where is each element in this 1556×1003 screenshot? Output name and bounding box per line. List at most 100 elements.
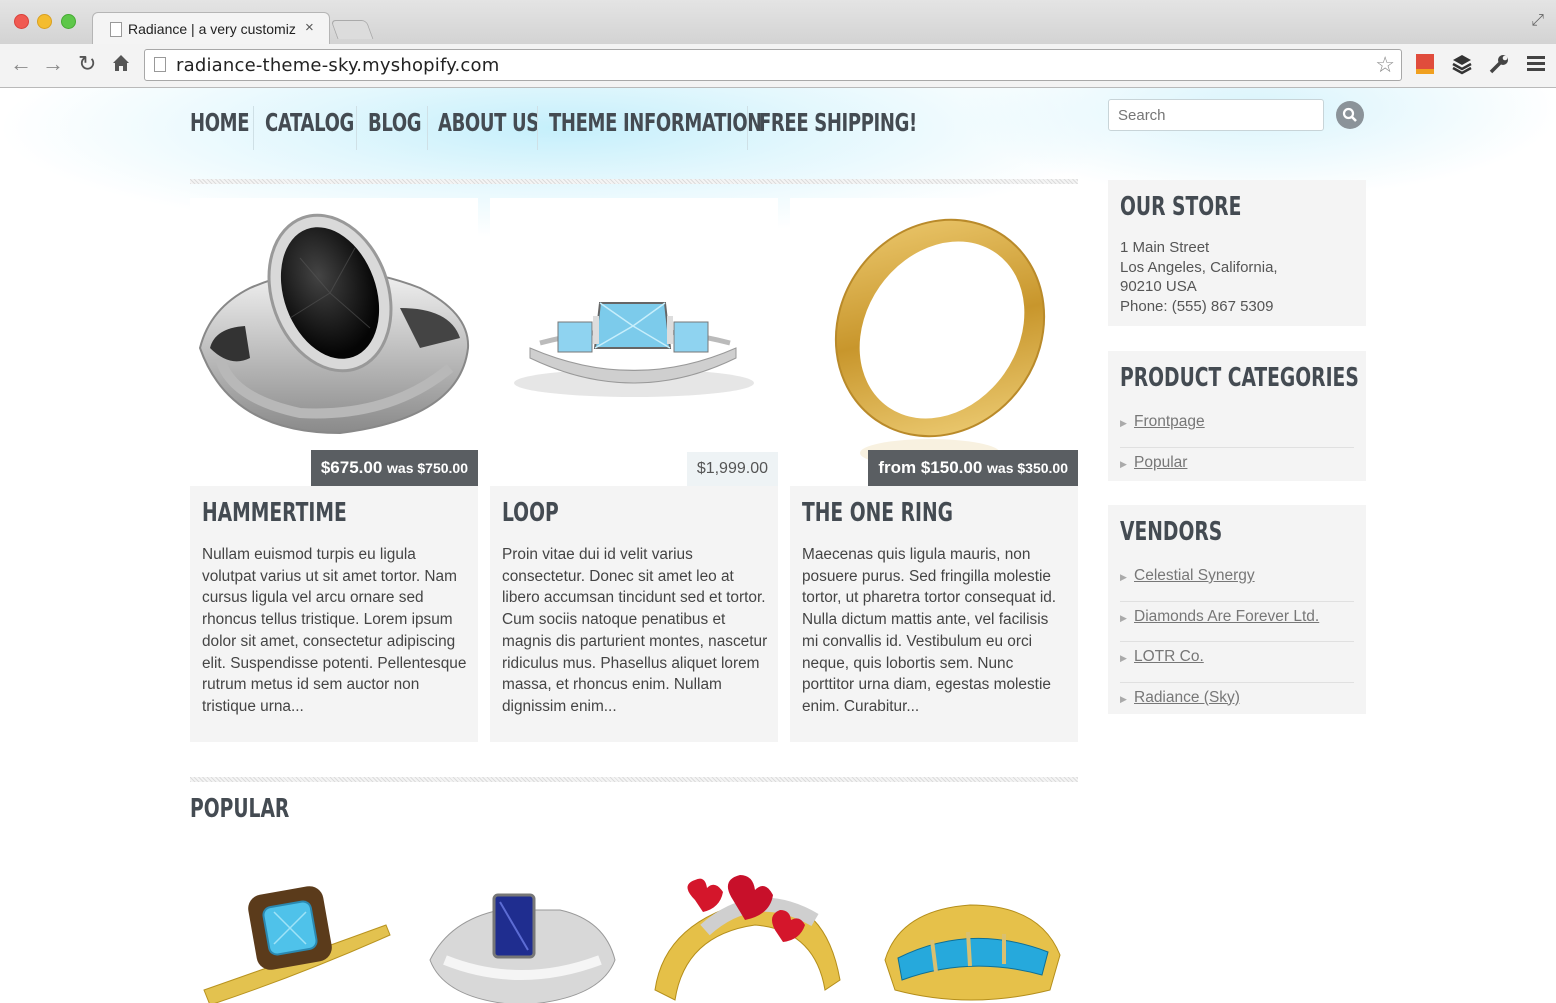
section-divider bbox=[190, 777, 1078, 782]
nav-separator bbox=[747, 106, 748, 150]
store-address: 1 Main Street Los Angeles, California, 9… bbox=[1120, 238, 1278, 316]
original-price: was $350.00 bbox=[987, 460, 1068, 476]
list-item: ▶ Popular bbox=[1120, 448, 1354, 488]
vendors-list: ▶ Celestial Synergy ▶ Diamonds Are Forever… bbox=[1120, 561, 1354, 722]
bookmark-star-icon[interactable]: ☆ bbox=[1375, 52, 1395, 78]
product-categories-panel: PRODUCT CATEGORIES ▶ Frontpage ▶ Popular bbox=[1108, 351, 1366, 481]
address-line: 1 Main Street bbox=[1120, 239, 1210, 256]
sale-price: $675.00 bbox=[320, 458, 383, 477]
store-title: OUR STORE bbox=[1120, 192, 1242, 222]
store-info-panel: OUR STORE 1 Main Street Los Angeles, Cal… bbox=[1108, 180, 1366, 326]
zoom-window-button[interactable] bbox=[61, 14, 76, 29]
list-item: ▶ Radiance (Sky) bbox=[1120, 683, 1354, 723]
section-divider bbox=[190, 179, 1078, 184]
vendor-link[interactable]: Radiance (Sky) bbox=[1134, 689, 1240, 707]
product-image[interactable]: $1,999.00 bbox=[490, 198, 778, 486]
category-link-frontpage[interactable]: Frontpage bbox=[1134, 413, 1205, 431]
tab-close-icon[interactable]: × bbox=[305, 19, 314, 36]
ring-image bbox=[514, 302, 754, 397]
nav-theme-information[interactable]: THEME INFORMATION bbox=[549, 100, 762, 137]
vendors-panel: VENDORS ▶ Celestial Synergy ▶ Diamonds Are… bbox=[1108, 505, 1366, 714]
vendor-link[interactable]: Diamonds Are Forever Ltd. bbox=[1134, 608, 1319, 626]
product-description: Proin vitae dui id velit varius consecte… bbox=[502, 546, 768, 715]
price-tag: $1,999.00 bbox=[686, 452, 778, 486]
ring-image bbox=[884, 904, 1061, 1001]
sale-price: $1,999.00 bbox=[696, 460, 768, 477]
product-card[interactable]: from $150.00 was $350.00 THE ONE RING Ma… bbox=[790, 198, 1078, 742]
nav-separator bbox=[253, 106, 254, 150]
url-text: radiance-theme-sky.myshopify.com bbox=[176, 55, 500, 76]
popular-product-image[interactable] bbox=[190, 840, 402, 1003]
popular-section-title: POPULAR bbox=[190, 794, 290, 824]
store-phone: Phone: (555) 867 5309 bbox=[1120, 297, 1274, 315]
vendors-title: VENDORS bbox=[1120, 517, 1223, 547]
list-item: ▶ Diamonds Are Forever Ltd. bbox=[1120, 602, 1354, 642]
sale-price: from $150.00 bbox=[878, 458, 983, 477]
product-title[interactable]: HAMMERTIME bbox=[202, 498, 347, 528]
ring-image bbox=[203, 886, 391, 1003]
original-price: was $750.00 bbox=[387, 460, 468, 476]
arrow-icon: ▶ bbox=[1120, 458, 1127, 469]
price-tag: $675.00 was $750.00 bbox=[310, 450, 478, 486]
nav-catalog[interactable]: CATALOG bbox=[265, 100, 354, 137]
nav-separator bbox=[427, 106, 428, 150]
product-image[interactable]: from $150.00 was $350.00 bbox=[790, 198, 1078, 486]
categories-title: PRODUCT CATEGORIES bbox=[1120, 363, 1359, 393]
arrow-icon: ▶ bbox=[1120, 612, 1127, 623]
nav-blog[interactable]: BLOG bbox=[368, 100, 422, 137]
minimize-window-button[interactable] bbox=[37, 14, 52, 29]
popular-product-image[interactable] bbox=[870, 840, 1082, 1003]
reload-icon[interactable]: ↻ bbox=[78, 52, 96, 76]
list-item: ▶ Frontpage bbox=[1120, 407, 1354, 448]
fullscreen-icon[interactable]: ⤢ bbox=[1531, 12, 1544, 30]
popular-product-image[interactable] bbox=[420, 840, 632, 1003]
arrow-icon: ▶ bbox=[1120, 693, 1127, 704]
nav-about-us[interactable]: ABOUT US bbox=[438, 100, 539, 137]
vendor-link[interactable]: LOTR Co. bbox=[1134, 648, 1204, 666]
product-title[interactable]: LOOP bbox=[502, 498, 559, 528]
list-item: ▶ Celestial Synergy bbox=[1120, 561, 1354, 602]
menu-icon[interactable] bbox=[1526, 53, 1548, 75]
nav-separator bbox=[356, 106, 357, 150]
page-content: HOME CATALOG BLOG ABOUT US THEME INFORMA… bbox=[0, 88, 1556, 1003]
product-title[interactable]: THE ONE RING bbox=[802, 498, 953, 528]
product-card[interactable]: $675.00 was $750.00 HAMMERTIME Nullam eu… bbox=[190, 198, 478, 742]
bookmark-extension-icon[interactable] bbox=[1414, 53, 1436, 75]
new-tab-button[interactable] bbox=[330, 20, 374, 39]
price-tag: from $150.00 was $350.00 bbox=[868, 450, 1078, 486]
search-icon bbox=[1342, 107, 1357, 122]
product-description: Nullam euismod turpis eu ligula volutpat… bbox=[202, 546, 467, 715]
browser-toolbar: ← → ↻ radiance-theme-sky.myshopify.com ☆ bbox=[0, 44, 1556, 88]
close-window-button[interactable] bbox=[14, 14, 29, 29]
page-icon bbox=[154, 57, 166, 72]
browser-tab-bar: Radiance | a very customiz × ⤢ bbox=[0, 0, 1556, 45]
popular-product-image[interactable] bbox=[645, 840, 857, 1003]
search-button[interactable] bbox=[1336, 101, 1364, 129]
ring-image bbox=[198, 213, 470, 435]
nav-separator bbox=[537, 106, 538, 150]
arrow-icon: ▶ bbox=[1120, 572, 1127, 582]
browser-tab[interactable]: Radiance | a very customiz × bbox=[92, 12, 330, 45]
ring-image bbox=[834, 218, 1046, 467]
tab-title: Radiance | a very customiz bbox=[128, 21, 296, 37]
search-input[interactable] bbox=[1108, 99, 1324, 131]
home-icon[interactable] bbox=[112, 54, 130, 77]
product-image[interactable]: $675.00 was $750.00 bbox=[190, 198, 478, 486]
ring-image bbox=[429, 893, 616, 1003]
layers-extension-icon[interactable] bbox=[1451, 53, 1473, 75]
arrow-icon: ▶ bbox=[1120, 418, 1127, 428]
wrench-icon[interactable] bbox=[1488, 53, 1510, 75]
product-description: Maecenas quis ligula mauris, non posuere… bbox=[802, 546, 1057, 715]
vendor-link[interactable]: Celestial Synergy bbox=[1134, 567, 1255, 585]
address-bar[interactable]: radiance-theme-sky.myshopify.com ☆ bbox=[144, 49, 1402, 81]
product-card[interactable]: $1,999.00 LOOP Proin vitae dui id velit … bbox=[490, 198, 778, 742]
nav-home[interactable]: HOME bbox=[190, 100, 250, 137]
page-icon bbox=[110, 22, 122, 37]
forward-icon[interactable]: → bbox=[42, 52, 64, 76]
back-icon[interactable]: ← bbox=[10, 52, 32, 76]
category-link-popular[interactable]: Popular bbox=[1134, 454, 1187, 472]
address-line: 90210 USA bbox=[1120, 278, 1197, 295]
address-line: Los Angeles, California, bbox=[1120, 258, 1278, 276]
nav-free-shipping[interactable]: FREE SHIPPING! bbox=[759, 100, 917, 137]
list-item: ▶ LOTR Co. bbox=[1120, 642, 1354, 683]
